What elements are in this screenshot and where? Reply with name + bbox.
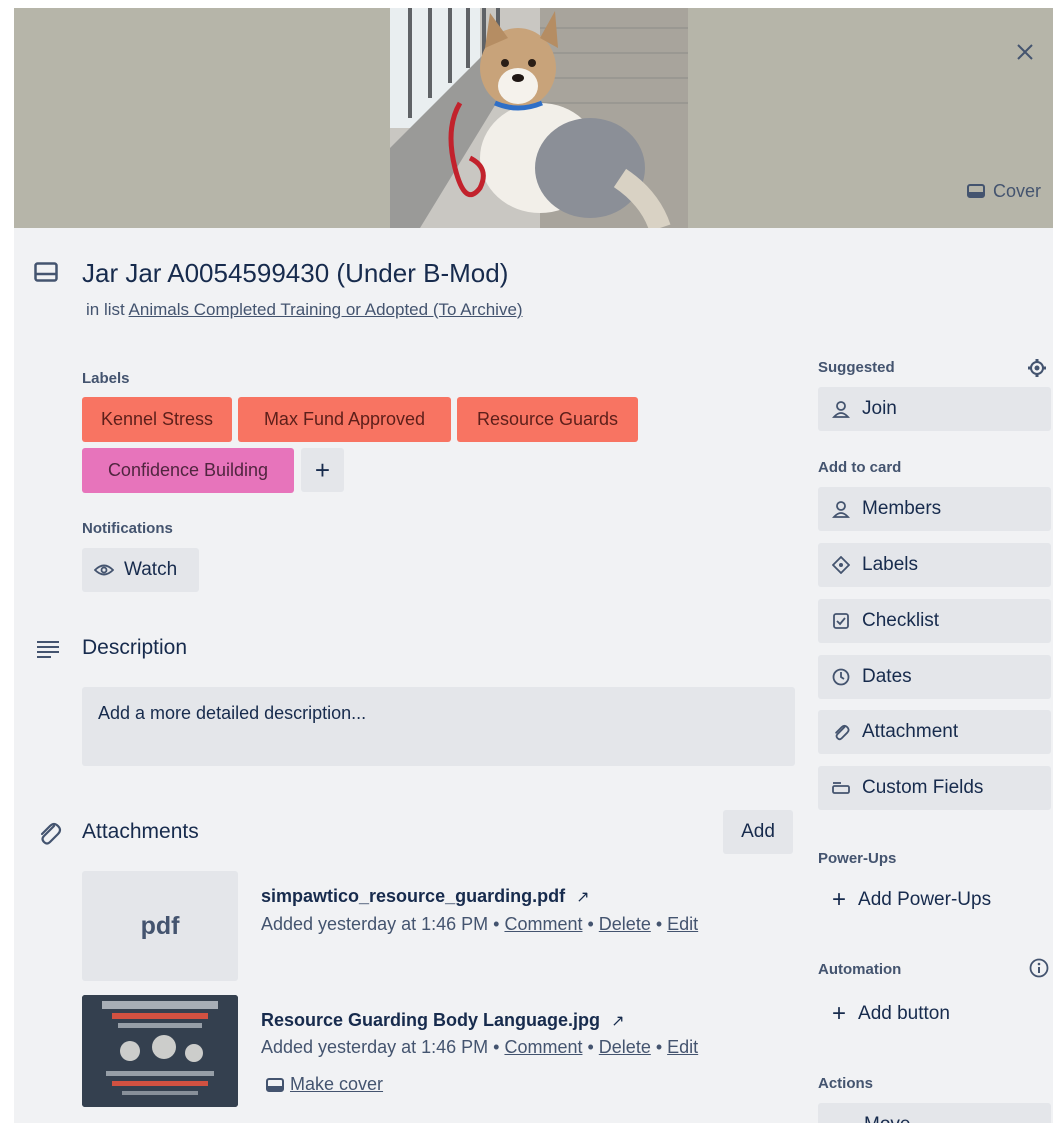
dates-button[interactable]: Dates (818, 655, 1051, 699)
cover-button-label: Cover (992, 180, 1041, 201)
checklist-button[interactable]: Checklist (818, 599, 1051, 643)
label-confidence-building[interactable]: Confidence Building (82, 448, 294, 493)
make-cover-link[interactable]: Make cover (266, 1074, 383, 1095)
attachment-added-time: Added yesterday at 1:46 PM (261, 1037, 489, 1057)
add-power-ups-label: Add Power-Ups (858, 889, 992, 910)
list-name-link[interactable]: Animals Completed Training or Adopted (T… (129, 300, 523, 319)
label-kennel-stress[interactable]: Kennel Stress (82, 397, 232, 442)
attachment-delete-link[interactable]: Delete (599, 914, 651, 934)
move-label: Move (864, 1114, 910, 1123)
attachment-comment-link[interactable]: Comment (504, 1037, 582, 1057)
join-label: Join (862, 398, 897, 419)
automation-info-button[interactable] (1028, 957, 1050, 979)
gear-icon (1028, 359, 1046, 377)
attachment-meta: Added yesterday at 1:46 PM • Comment • D… (261, 1037, 699, 1057)
info-icon (1029, 958, 1049, 978)
description-input[interactable]: Add a more detailed description... (82, 687, 795, 766)
custom-fields-label: Custom Fields (862, 777, 984, 798)
add-button-label: Add button (858, 1003, 950, 1024)
suggested-heading: Suggested (818, 359, 895, 376)
external-link-icon: ↗ (611, 1013, 625, 1030)
power-ups-heading: Power-Ups (818, 850, 897, 867)
settings-button[interactable] (1026, 357, 1048, 379)
checklist-label: Checklist (862, 610, 940, 631)
watch-button[interactable]: Watch (82, 548, 199, 592)
label-resource-guards[interactable]: Resource Guards (457, 397, 638, 442)
plus-icon: + (832, 1000, 847, 1027)
paperclip-icon (835, 724, 850, 741)
labels-label: Labels (862, 554, 918, 575)
attachment-button[interactable]: Attachment (818, 710, 1051, 754)
add-to-card-heading: Add to card (818, 459, 902, 476)
checkbox-icon (833, 613, 849, 629)
person-icon (832, 401, 850, 418)
external-link-icon: ↗ (576, 889, 590, 906)
custom-fields-button[interactable]: Custom Fields (818, 766, 1051, 810)
attachment-thumbnail-image[interactable] (82, 995, 238, 1107)
cover-photo-dog (390, 8, 688, 228)
attachment-edit-link[interactable]: Edit (667, 914, 698, 934)
attachment-name-text: Resource Guarding Body Language.jpg (261, 1010, 601, 1030)
card-icon (266, 1077, 284, 1092)
plus-icon: + (832, 886, 847, 913)
make-cover-label: Make cover (290, 1074, 384, 1094)
attachment-added-time: Added yesterday at 1:46 PM (261, 914, 489, 934)
label-max-fund-approved[interactable]: Max Fund Approved (238, 397, 451, 442)
eye-icon (94, 564, 114, 576)
attachments-title: Attachments (82, 820, 199, 843)
close-icon (1017, 44, 1033, 60)
tag-icon (832, 556, 850, 574)
card-icon (966, 184, 985, 198)
attachment-name-text: simpawtico_resource_guarding.pdf (261, 886, 566, 906)
attachment-delete-link[interactable]: Delete (599, 1037, 651, 1057)
cover-button[interactable]: Cover (966, 176, 1041, 206)
watch-label: Watch (124, 559, 178, 580)
description-title: Description (82, 636, 188, 659)
dates-label: Dates (862, 666, 912, 687)
card-cover: Cover (14, 8, 1053, 228)
attachment-comment-link[interactable]: Comment (504, 914, 582, 934)
description-icon (36, 640, 60, 663)
card-title-icon (34, 262, 58, 287)
attachment-label: Attachment (862, 721, 959, 742)
actions-heading: Actions (818, 1075, 874, 1092)
card-detail-modal: Cover Jar Jar A0054599430 (Under B-Mod) … (14, 8, 1053, 1123)
members-label: Members (862, 498, 942, 519)
move-button[interactable]: → Move (818, 1103, 1051, 1123)
custom-fields-icon (832, 782, 850, 794)
join-button[interactable]: Join (818, 387, 1051, 431)
close-button[interactable] (1009, 36, 1041, 68)
arrow-right-icon: → (832, 1114, 852, 1123)
attachment-thumbnail-pdf[interactable]: pdf (82, 871, 238, 981)
attachment-edit-link[interactable]: Edit (667, 1037, 698, 1057)
clock-icon (832, 668, 850, 686)
labels-button[interactable]: Labels (818, 543, 1051, 587)
add-button-button[interactable]: + Add button (818, 992, 1051, 1036)
notifications-heading: Notifications (82, 520, 173, 537)
add-label-button[interactable]: + (301, 448, 344, 492)
labels-heading: Labels (82, 370, 130, 387)
attachment-name[interactable]: Resource Guarding Body Language.jpg ↗ (261, 1010, 624, 1031)
in-list-prefix: in list (86, 300, 125, 319)
add-power-ups-button[interactable]: + Add Power-Ups (818, 878, 1051, 922)
add-attachment-button[interactable]: Add (723, 810, 793, 854)
card-title[interactable]: Jar Jar A0054599430 (Under B-Mod) (82, 258, 508, 289)
person-icon (832, 501, 850, 518)
in-list-text: in list Animals Completed Training or Ad… (86, 300, 523, 320)
attachment-name[interactable]: simpawtico_resource_guarding.pdf ↗ (261, 886, 590, 907)
attachment-meta: Added yesterday at 1:46 PM • Comment • D… (261, 914, 699, 934)
automation-heading: Automation (818, 961, 902, 978)
members-button[interactable]: Members (818, 487, 1051, 531)
paperclip-icon (36, 820, 62, 851)
